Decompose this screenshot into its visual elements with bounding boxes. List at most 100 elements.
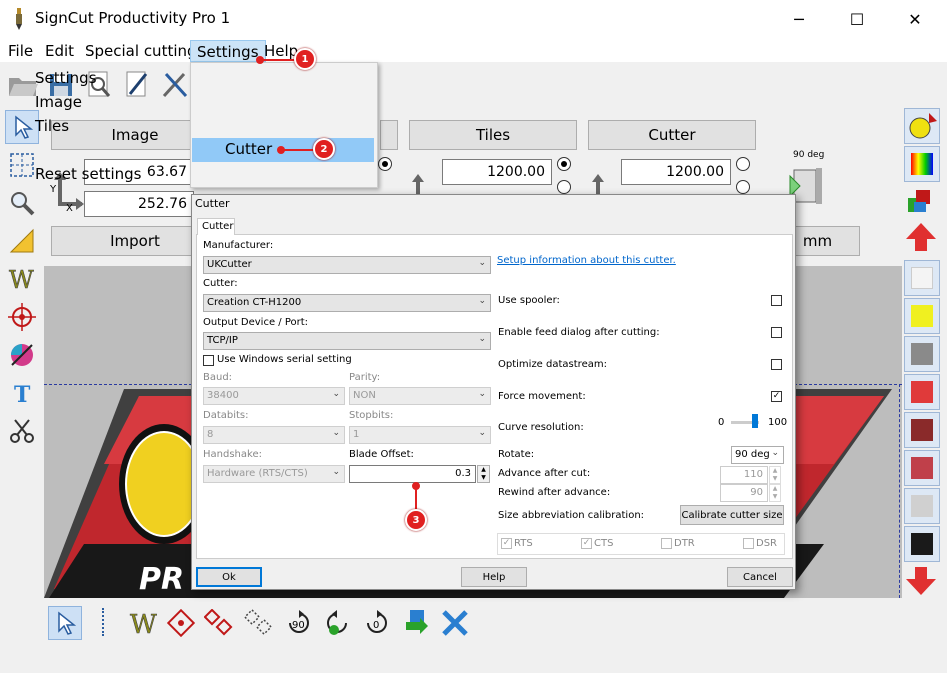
databits-select[interactable]: 8 ⌄ [203,426,345,444]
tiles-value-field[interactable]: 1200.00 [442,159,552,185]
chevron-down-icon: ⌄ [478,334,486,344]
chevron-down-icon: ⌄ [332,428,340,438]
setup-info-link[interactable]: Setup information about this cutter. [497,255,676,266]
color-red-swatch[interactable] [904,374,940,410]
color-darkred-swatch[interactable] [904,412,940,448]
move-up-icon[interactable] [904,220,940,256]
callout-1-line [262,59,296,61]
menu-special-cutting[interactable]: Special cutting [79,40,203,62]
cutter-select[interactable]: Creation CT-H1200 ⌄ [203,294,491,312]
x-axis-label: X [66,203,73,214]
menu-edit[interactable]: Edit [39,40,80,62]
copy-outline-icon[interactable] [242,606,276,640]
marquee-select-icon[interactable] [5,148,39,182]
settings-menu-image[interactable]: Image [35,91,82,115]
duplicate-diamond-icon[interactable] [202,606,236,640]
rewind-input[interactable]: 90 [720,484,768,502]
blade-offset-spinner[interactable]: ▲ ▼ [477,465,490,483]
help-button[interactable]: Help [461,567,527,587]
stopbits-select[interactable]: 1 ⌄ [349,426,491,444]
send-to-cutter-icon[interactable] [400,606,434,640]
settings-panel-button[interactable] [380,120,398,150]
rewind-spinner[interactable]: ▲ ▼ [769,484,781,502]
curve-max-label: 100 [768,417,788,428]
minimize-button[interactable]: ─ [770,0,828,38]
tiles-radio-1[interactable] [557,157,571,171]
add-registration-icon[interactable] [164,606,198,640]
stopbits-value: 1 [353,429,360,440]
cutter-radio-2[interactable] [736,180,750,194]
force-movement-checkbox[interactable]: ✓ [771,391,782,402]
layers-icon[interactable] [904,184,940,220]
dtr-checkbox[interactable] [661,538,672,549]
ruler-icon[interactable] [5,224,39,258]
color-yellow-swatch[interactable] [904,298,940,334]
advance-spinner[interactable]: ▲ ▼ [769,466,781,484]
callout-3: 3 [405,509,427,531]
weed-border-icon[interactable]: W [126,606,160,640]
edit-icon[interactable] [120,68,154,102]
advance-input[interactable]: 110 [720,466,768,484]
parity-select[interactable]: NON ⌄ [349,387,491,405]
tiles-radio-2[interactable] [557,180,571,194]
cutter-panel-button[interactable]: Cutter [588,120,756,150]
cancel-button[interactable]: Cancel [727,567,793,587]
text-tool-icon[interactable]: T [5,376,39,410]
color-gray-swatch[interactable] [904,336,940,372]
rotation-label: 90 deg [793,150,825,160]
color-silver-swatch[interactable] [904,488,940,524]
curve-min-label: 0 [718,417,725,428]
move-down-icon[interactable] [904,564,940,600]
handshake-select[interactable]: Hardware (RTS/CTS) ⌄ [203,465,345,483]
rotate-select[interactable]: 90 deg ⌄ [731,446,784,464]
rotate-back-icon[interactable] [320,606,354,640]
cts-checkbox[interactable]: ✓ [581,538,592,549]
calibrate-cutter-button[interactable]: Calibrate cutter size [680,505,784,525]
dsr-checkbox[interactable] [743,538,754,549]
bottom-select-icon[interactable] [48,606,82,640]
rotate-0-icon[interactable]: 0 [360,606,394,640]
optimize-checkbox[interactable] [771,359,782,370]
zoom-icon[interactable] [5,186,39,220]
maximize-button[interactable]: ☐ [828,0,886,38]
cutter-radio-1[interactable] [736,157,750,171]
menu-file[interactable]: File [2,40,39,62]
close-button[interactable]: ✕ [886,0,944,38]
ok-button[interactable]: Ok [196,567,262,587]
color-palette-icon[interactable] [904,146,940,182]
registration-mark-icon[interactable] [5,300,39,334]
use-spooler-checkbox[interactable] [771,295,782,306]
rts-checkbox[interactable]: ✓ [501,538,512,549]
weed-icon[interactable]: W [5,262,39,296]
fill-color-icon[interactable] [5,338,39,372]
color-black-swatch[interactable] [904,526,940,562]
cutter-value-field[interactable]: 1200.00 [621,159,731,185]
settings-menu-settings[interactable]: Settings [35,67,97,91]
callout-2: 2 [313,138,335,160]
manufacturer-value: UKCutter [207,259,252,270]
baud-select[interactable]: 38400 ⌄ [203,387,345,405]
rewind-label: Rewind after advance: [498,487,611,498]
registration-marks-icon[interactable] [904,108,940,144]
rotate-90-icon[interactable]: 90 [282,606,316,640]
scissors-icon[interactable] [5,414,39,448]
settings-menu-tiles[interactable]: Tiles [35,115,69,139]
feed-dialog-checkbox[interactable] [771,327,782,338]
color-white-swatch[interactable] [904,260,940,296]
tab-cutter[interactable]: Cutter [197,218,235,235]
curve-slider-thumb[interactable] [752,414,758,428]
menu-settings[interactable]: Settings [190,40,266,62]
color-crimson-swatch[interactable] [904,450,940,486]
settings-menu-reset[interactable]: Reset settings [35,163,142,187]
port-select[interactable]: TCP/IP ⌄ [203,332,491,350]
image-radio[interactable] [378,157,392,171]
tiles-panel-button[interactable]: Tiles [409,120,577,150]
image-y-field[interactable]: 252.76 [84,191,194,217]
manufacturer-select[interactable]: UKCutter ⌄ [203,256,491,274]
select-arrow-icon[interactable] [5,110,39,144]
delete-x-icon[interactable] [438,606,472,640]
tools-icon[interactable] [158,68,192,102]
chevron-down-icon: ⌄ [478,258,486,268]
blade-offset-input[interactable]: 0.3 [349,465,476,483]
windows-serial-checkbox[interactable] [203,355,214,366]
